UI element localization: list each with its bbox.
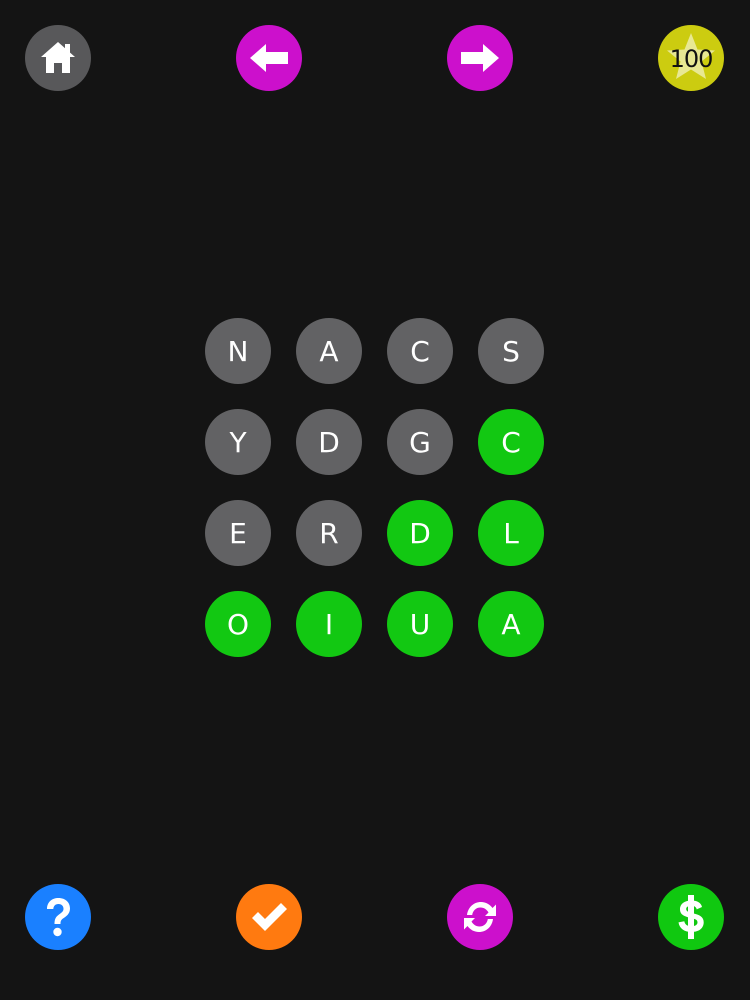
letter-tile[interactable]: O — [205, 591, 271, 657]
coins-button[interactable] — [658, 884, 724, 950]
letter-tile[interactable]: N — [205, 318, 271, 384]
letter-tile[interactable]: G — [387, 409, 453, 475]
arrow-right-icon — [461, 44, 499, 72]
help-button[interactable] — [25, 884, 91, 950]
letter-tile[interactable]: R — [296, 500, 362, 566]
letter-tile[interactable]: D — [296, 409, 362, 475]
refresh-icon — [464, 902, 496, 932]
previous-button[interactable] — [236, 25, 302, 91]
letter-tile[interactable]: A — [478, 591, 544, 657]
home-icon — [41, 42, 75, 73]
score-value: 100 — [669, 45, 714, 73]
next-button[interactable] — [447, 25, 513, 91]
letter-tile[interactable]: C — [387, 318, 453, 384]
dollar-icon — [678, 895, 704, 939]
letter-board: NACSYDGCERDLOIUA — [205, 318, 545, 658]
score-badge[interactable]: 100 — [658, 25, 724, 91]
letter-tile[interactable]: U — [387, 591, 453, 657]
letter-tile[interactable]: Y — [205, 409, 271, 475]
letter-tile[interactable]: I — [296, 591, 362, 657]
checkmark-icon — [252, 903, 287, 931]
submit-button[interactable] — [236, 884, 302, 950]
home-button[interactable] — [25, 25, 91, 91]
letter-tile[interactable]: A — [296, 318, 362, 384]
letter-tile[interactable]: L — [478, 500, 544, 566]
question-icon — [47, 898, 70, 937]
shuffle-button[interactable] — [447, 884, 513, 950]
letter-tile[interactable]: C — [478, 409, 544, 475]
letter-tile[interactable]: D — [387, 500, 453, 566]
letter-tile[interactable]: E — [205, 500, 271, 566]
arrow-left-icon — [250, 44, 288, 72]
letter-tile[interactable]: S — [478, 318, 544, 384]
